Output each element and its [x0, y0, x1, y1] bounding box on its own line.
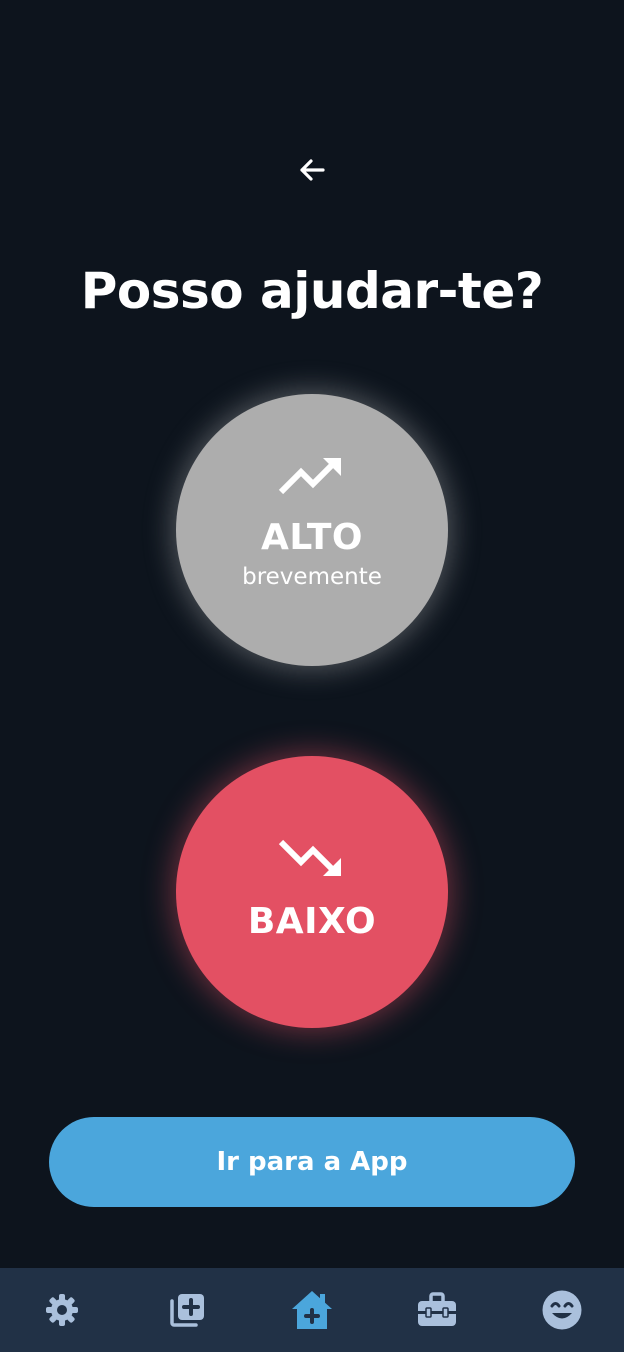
tab-toolbox[interactable] — [407, 1280, 467, 1340]
low-option-label: BAIXO — [247, 901, 377, 942]
page-title: Posso ajudar-te? — [80, 262, 544, 320]
home-plus-icon — [291, 1291, 332, 1329]
go-to-app-button[interactable]: Ir para a App — [49, 1117, 575, 1207]
tab-home[interactable] — [282, 1280, 342, 1340]
tab-add[interactable] — [157, 1280, 217, 1340]
add-to-queue-icon — [170, 1294, 205, 1327]
high-option-label: ALTO — [260, 517, 363, 558]
bottom-tab-bar — [0, 1268, 624, 1352]
arrow-left-icon — [300, 159, 325, 181]
high-option-button[interactable]: ALTO brevemente — [176, 394, 448, 666]
back-button[interactable] — [292, 150, 332, 190]
toolbox-icon — [417, 1292, 456, 1326]
tab-settings[interactable] — [32, 1280, 92, 1340]
tab-mood[interactable] — [532, 1280, 592, 1340]
high-option-sublabel: brevemente — [242, 564, 382, 590]
gear-icon — [46, 1294, 79, 1326]
low-option-button[interactable]: BAIXO — [176, 756, 448, 1028]
smiley-face-icon — [542, 1290, 582, 1330]
trending-down-icon — [278, 839, 341, 876]
trending-up-icon — [278, 458, 341, 495]
